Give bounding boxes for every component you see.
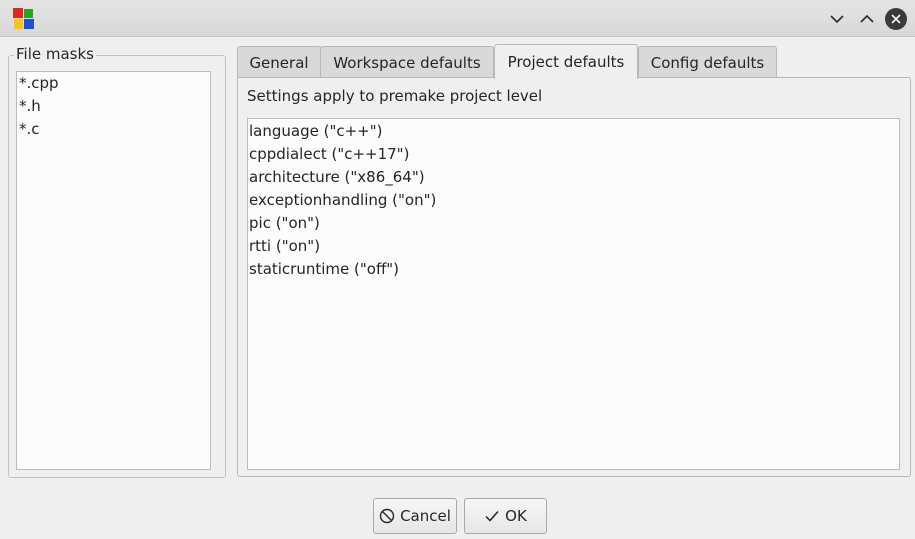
tab-project-defaults[interactable]: Project defaults bbox=[494, 44, 638, 79]
cancel-button[interactable]: Cancel bbox=[373, 498, 457, 534]
ok-label: OK bbox=[505, 507, 527, 525]
title-bar bbox=[0, 0, 915, 37]
list-item[interactable]: *.cpp bbox=[17, 72, 210, 95]
tab-workspace-defaults[interactable]: Workspace defaults bbox=[320, 46, 494, 78]
maximize-button[interactable] bbox=[855, 7, 879, 31]
colored-blocks-icon bbox=[13, 8, 34, 29]
settings-line: architecture ("x86_64") bbox=[249, 168, 425, 186]
tab-general[interactable]: General bbox=[237, 46, 321, 78]
cancel-label: Cancel bbox=[400, 507, 451, 525]
panel-caption: Settings apply to premake project level bbox=[247, 87, 543, 105]
minimize-icon bbox=[830, 15, 844, 24]
list-item[interactable]: *.h bbox=[17, 95, 210, 118]
settings-line: pic ("on") bbox=[249, 214, 320, 232]
tab-config-defaults[interactable]: Config defaults bbox=[638, 46, 777, 78]
checkmark-icon bbox=[484, 508, 500, 524]
minimize-button[interactable] bbox=[825, 7, 849, 31]
settings-text-area[interactable]: language ("c++") cppdialect ("c++17") ar… bbox=[247, 118, 900, 470]
settings-line: cppdialect ("c++17") bbox=[249, 145, 410, 163]
list-item[interactable]: *.c bbox=[17, 118, 210, 141]
cancel-icon bbox=[379, 508, 395, 524]
settings-line: exceptionhandling ("on") bbox=[249, 191, 437, 209]
file-masks-list[interactable]: *.cpp *.h *.c bbox=[16, 71, 211, 470]
file-masks-title: File masks bbox=[14, 45, 96, 63]
settings-line: staticruntime ("off") bbox=[249, 260, 400, 278]
close-button[interactable] bbox=[884, 7, 908, 31]
ok-button[interactable]: OK bbox=[464, 498, 547, 534]
settings-line: language ("c++") bbox=[249, 122, 383, 140]
maximize-icon bbox=[860, 14, 874, 23]
close-icon bbox=[885, 8, 907, 30]
settings-line: rtti ("on") bbox=[249, 237, 321, 255]
